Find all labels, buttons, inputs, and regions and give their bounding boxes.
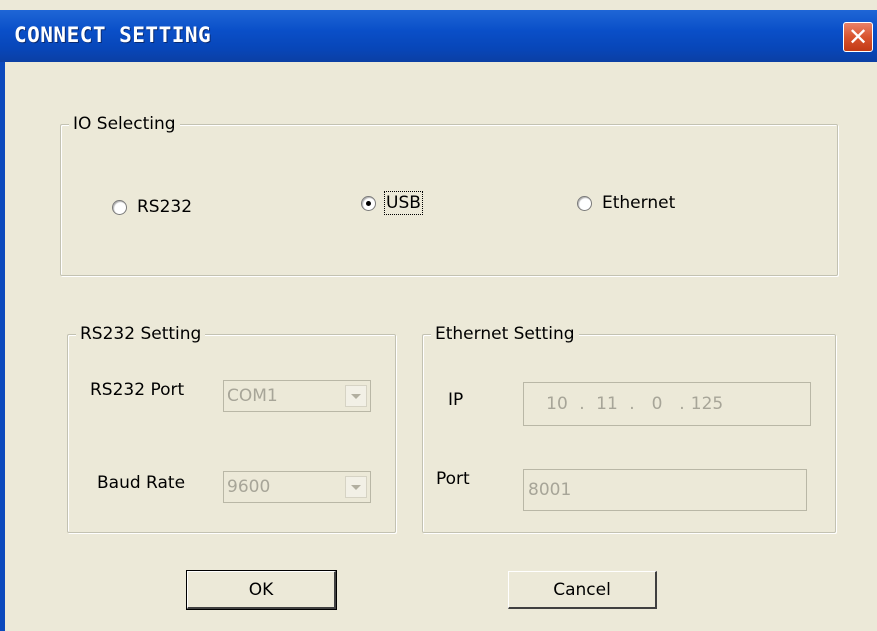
rs232-port-select[interactable]: COM1 <box>223 380 371 412</box>
ip-separator: . <box>629 394 635 414</box>
chevron-down-icon[interactable] <box>345 476 367 498</box>
ip-octet-1: 10 <box>546 394 568 414</box>
ip-octet-4: 125 <box>690 394 724 414</box>
ip-octet-3: 0 <box>651 394 663 414</box>
rs232-port-value: COM1 <box>227 386 278 406</box>
ip-octet-2: 11 <box>596 394 618 414</box>
radio-rs232-circle[interactable] <box>112 199 127 215</box>
ok-button[interactable]: OK <box>186 570 337 610</box>
ip-separator: . <box>579 394 585 414</box>
cancel-button[interactable]: Cancel <box>508 571 657 609</box>
baud-rate-select[interactable]: 9600 <box>223 471 371 503</box>
baud-rate-value: 9600 <box>227 477 271 497</box>
ethernet-port-label: Port <box>436 469 470 489</box>
ip-label: IP <box>448 390 464 410</box>
ip-separator: . <box>679 394 685 414</box>
rs232-setting-legend: RS232 Setting <box>76 324 206 344</box>
radio-usb-circle[interactable] <box>361 195 376 211</box>
radio-rs232[interactable]: RS232 <box>112 197 192 217</box>
radio-ethernet[interactable]: Ethernet <box>577 193 675 213</box>
radio-rs232-label[interactable]: RS232 <box>137 197 192 217</box>
ethernet-port-field[interactable]: 8001 <box>523 469 807 511</box>
title-bar[interactable]: CONNECT SETTING ✕ <box>0 10 877 62</box>
baud-rate-label: Baud Rate <box>97 473 186 493</box>
chevron-down-icon[interactable] <box>345 385 367 407</box>
radio-usb-label[interactable]: USB <box>384 191 423 215</box>
radio-ethernet-label[interactable]: Ethernet <box>602 193 675 213</box>
ethernet-setting-legend: Ethernet Setting <box>431 324 579 344</box>
window-title: CONNECT SETTING <box>14 23 212 47</box>
io-selecting-group: IO Selecting <box>60 114 838 276</box>
radio-ethernet-circle[interactable] <box>577 195 592 211</box>
close-icon: ✕ <box>847 23 869 51</box>
ip-address-field[interactable]: 10 . 11 . 0 . 125 <box>523 382 811 426</box>
dialog-body: IO Selecting RS232 USB Ethernet RS232 Se… <box>0 62 877 631</box>
radio-usb[interactable]: USB <box>361 191 423 215</box>
rs232-port-label: RS232 Port <box>90 380 185 400</box>
io-selecting-legend: IO Selecting <box>69 114 180 134</box>
connect-setting-dialog: CONNECT SETTING ✕ IO Selecting RS232 USB… <box>0 0 877 631</box>
close-button[interactable]: ✕ <box>843 22 873 52</box>
